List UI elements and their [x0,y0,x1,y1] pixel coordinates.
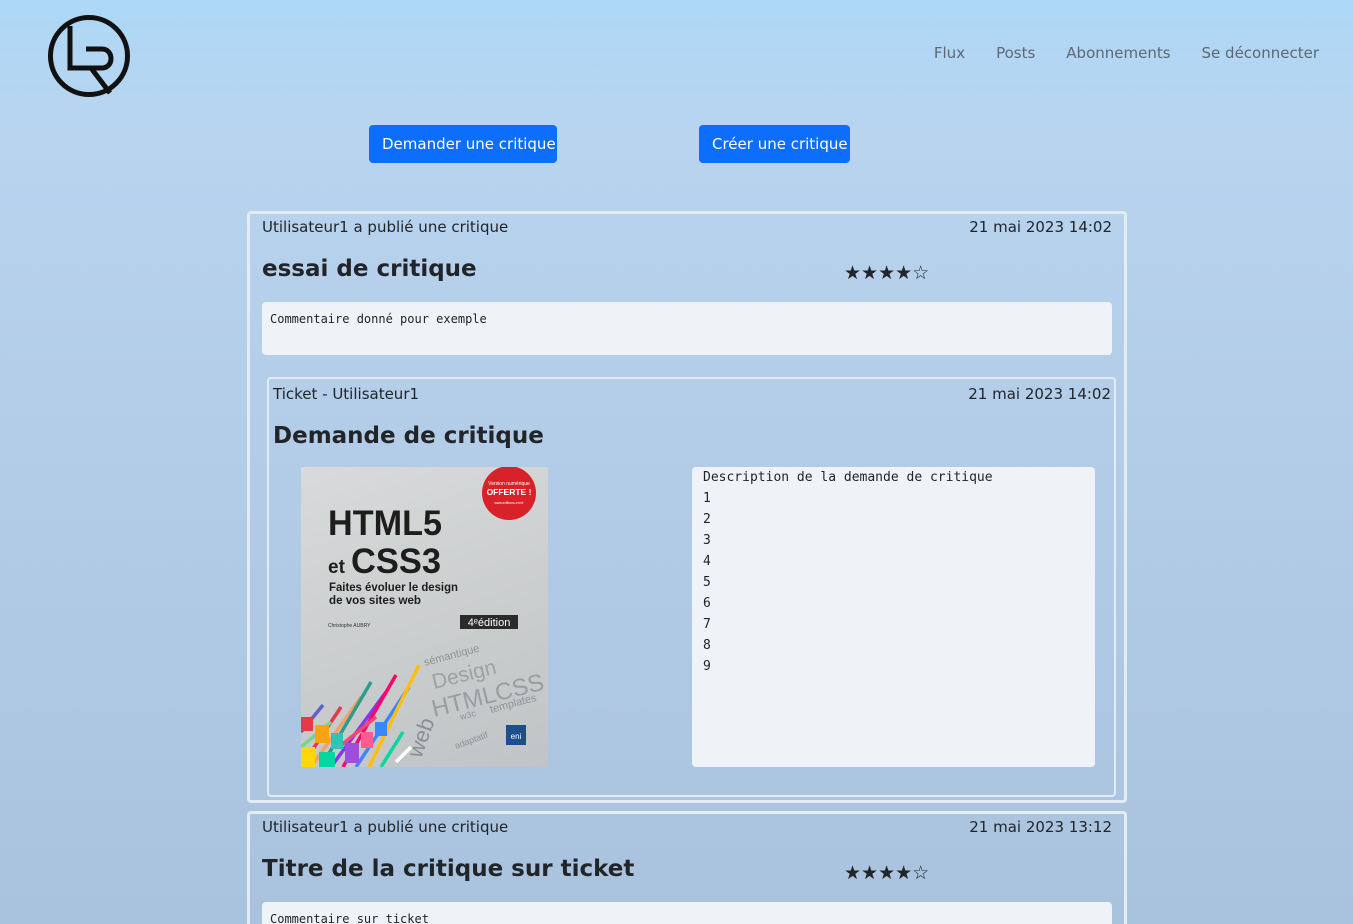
ticket-description: Description de la demande de critique 1 … [692,467,1095,767]
rating-stars: ★★★★☆ [844,862,930,884]
review-date: 21 mai 2023 14:02 [969,218,1112,236]
rating-stars: ★★★★☆ [844,262,930,284]
nav-links: Flux Posts Abonnements Se déconnecter [934,44,1319,62]
book-title-css3: CSS3 [351,542,441,581]
review-title: essai de critique [262,256,477,282]
navbar: Flux Posts Abonnements Se déconnecter [0,0,1353,110]
review-card: Utilisateur1 a publié une critique 21 ma… [247,811,1127,924]
home-logo[interactable] [46,13,132,99]
review-card: Utilisateur1 a publié une critique 21 ma… [247,211,1127,803]
review-title: Titre de la critique sur ticket [262,856,635,882]
svg-text:web: web [402,714,440,761]
ticket-date: 21 mai 2023 14:02 [968,385,1111,403]
nav-link-abonnements[interactable]: Abonnements [1066,44,1170,62]
book-title-html5: HTML5 [328,504,442,543]
svg-text:de vos sites web: de vos sites web [329,593,421,607]
svg-text:4ᵉédition: 4ᵉédition [468,617,511,629]
lr-logo-icon [48,15,130,97]
ticket-image: Version numérique OFFERTE ! www.editions… [301,467,548,767]
svg-text:adaptatif: adaptatif [453,730,489,751]
nav-link-logout[interactable]: Se déconnecter [1202,44,1319,62]
review-comment: Commentaire sur ticket [262,902,1112,924]
svg-text:www.editions-eni.fr: www.editions-eni.fr [494,501,524,505]
ask-review-button[interactable]: Demander une critique [369,125,557,163]
ticket-title: Demande de critique [273,423,544,449]
nav-link-flux[interactable]: Flux [934,44,965,62]
book-cover-illustration: Version numérique OFFERTE ! www.editions… [301,467,547,767]
ticket-card: Ticket - Utilisateur1 21 mai 2023 14:02 … [267,377,1116,797]
svg-text:eni: eni [511,732,522,741]
svg-text:Faites évoluer le design: Faites évoluer le design [329,580,458,594]
nav-link-posts[interactable]: Posts [996,44,1035,62]
svg-text:Christophe AUBRY: Christophe AUBRY [328,623,371,629]
ticket-author-line: Ticket - Utilisateur1 [273,385,420,403]
review-date: 21 mai 2023 13:12 [969,818,1112,836]
create-review-button[interactable]: Créer une critique [699,125,850,163]
svg-text:OFFERTE !: OFFERTE ! [487,487,532,497]
review-author-line: Utilisateur1 a publié une critique [262,818,509,836]
review-comment: Commentaire donné pour exemple [262,302,1112,355]
review-author-line: Utilisateur1 a publié une critique [262,218,509,236]
svg-text:et: et [328,557,346,578]
